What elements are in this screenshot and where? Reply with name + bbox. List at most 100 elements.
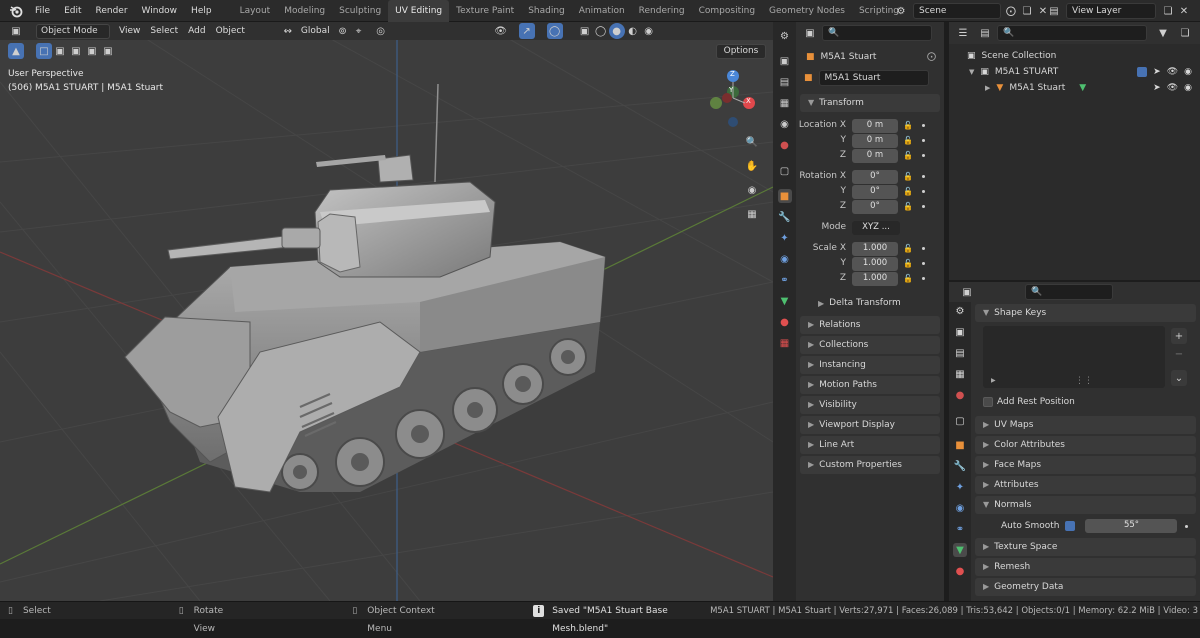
keyframe-dot[interactable] <box>922 154 925 157</box>
solid-shading-icon[interactable]: ● <box>608 23 625 39</box>
menu-edit[interactable]: Edit <box>57 0 88 22</box>
constraints-tab-icon[interactable]: ⚭ <box>953 522 967 536</box>
texture-tab-icon[interactable]: ▦ <box>778 336 792 350</box>
status-saved-message[interactable]: Saved "M5A1 Stuart Base Mesh.blend" <box>552 602 710 634</box>
hand-pan-icon[interactable]: ✋ <box>744 158 760 174</box>
keyframe-dot[interactable] <box>922 277 925 280</box>
editor-type-icon[interactable]: ▣ <box>8 23 24 39</box>
collection-row[interactable]: ▼ ▣ M5A1 STUART ➤ 👁 ◉ <box>949 64 1200 80</box>
location-z-field[interactable]: 0 m <box>852 148 898 163</box>
lock-icon[interactable]: 🔓 <box>902 256 914 271</box>
wireframe-shading-icon[interactable]: ◯ <box>593 23 609 39</box>
motion-paths-panel[interactable]: ▶ Motion Paths <box>800 376 940 394</box>
pin-properties-icon[interactable]: ⨀ <box>927 52 936 62</box>
geometry-data-panel[interactable]: ▶ Geometry Data <box>975 578 1196 596</box>
menu-object[interactable]: Object <box>211 22 250 40</box>
xray-icon[interactable]: ▣ <box>577 23 593 39</box>
collection-exclude-checkbox[interactable] <box>1137 67 1148 77</box>
attributes-panel[interactable]: ▶ Attributes <box>975 476 1196 494</box>
menu-render[interactable]: Render <box>89 0 135 22</box>
mesh-data-icon[interactable]: ▼ <box>1079 80 1086 96</box>
delta-transform-subpanel[interactable]: ▶ Delta Transform <box>796 294 944 312</box>
data-tab-icon[interactable]: ▼ <box>953 543 967 557</box>
object-tab-icon[interactable]: ■ <box>777 189 792 203</box>
lock-icon[interactable]: 🔓 <box>902 133 914 148</box>
custom-properties-panel[interactable]: ▶ Custom Properties <box>800 456 940 474</box>
select-extend-icon[interactable]: ▣ <box>52 43 68 59</box>
shape-keys-list[interactable]: ▶ ⋮⋮ <box>983 326 1165 388</box>
face-maps-panel[interactable]: ▶ Face Maps <box>975 456 1196 474</box>
world-tab-icon[interactable]: ● <box>778 138 792 152</box>
instancing-panel[interactable]: ▶ Instancing <box>800 356 940 374</box>
menu-add[interactable]: Add <box>183 22 210 40</box>
remove-shape-key-button[interactable]: − <box>1171 346 1187 362</box>
material-tab-icon[interactable]: ● <box>953 564 967 578</box>
tab-rendering[interactable]: Rendering <box>632 0 692 22</box>
gizmo-toggle-icon[interactable]: ↗ <box>518 23 535 39</box>
outliner-editor-icon[interactable]: ☰ <box>955 25 971 41</box>
rotation-mode-dropdown[interactable]: XYZ ... <box>852 220 900 235</box>
scale-y-field[interactable]: 1.000 <box>852 256 898 271</box>
display-mode-icon[interactable]: ▤ <box>977 25 993 41</box>
render-tab-icon[interactable]: ▣ <box>778 54 792 68</box>
menu-view[interactable]: View <box>114 22 145 40</box>
overlay-toggle-icon[interactable]: ◯ <box>546 23 563 39</box>
world-tab-icon[interactable]: ● <box>953 388 967 402</box>
keyframe-dot[interactable] <box>922 205 925 208</box>
rendered-shading-icon[interactable]: ◉ <box>641 23 657 39</box>
tab-layout[interactable]: Layout <box>233 0 278 22</box>
lock-icon[interactable]: 🔓 <box>902 271 914 286</box>
select-tool-icon[interactable]: ▲ <box>8 43 24 59</box>
collection-tab-icon[interactable]: ▢ <box>778 164 792 178</box>
properties-search[interactable]: 🔍 <box>822 25 932 41</box>
tab-uv-editing[interactable]: UV Editing <box>388 0 450 22</box>
auto-smooth-angle-field[interactable]: 55° <box>1085 519 1178 533</box>
tab-modeling[interactable]: Modeling <box>277 0 332 22</box>
data-tab-icon[interactable]: ▼ <box>778 294 792 308</box>
keyframe-dot[interactable] <box>922 247 925 250</box>
modifier-tab-icon[interactable]: 🔧 <box>953 459 967 473</box>
lock-icon[interactable]: 🔓 <box>902 148 914 163</box>
physics-tab-icon[interactable]: ◉ <box>778 252 792 266</box>
pivot-icon[interactable]: ⊚ <box>335 23 351 39</box>
blender-logo-icon[interactable] <box>8 3 24 19</box>
transform-panel-header[interactable]: ▼ Transform <box>800 94 940 112</box>
view-layer-tab-icon[interactable]: ▦ <box>953 367 967 381</box>
proportional-edit-icon[interactable]: ◎ <box>373 23 389 39</box>
collection-tab-icon[interactable]: ▢ <box>953 414 967 428</box>
collections-panel[interactable]: ▶ Collections <box>800 336 940 354</box>
select-box-icon[interactable]: □ <box>36 43 52 59</box>
keyframe-dot[interactable] <box>922 175 925 178</box>
menu-window[interactable]: Window <box>135 0 185 22</box>
rotation-y-field[interactable]: 0° <box>852 184 898 199</box>
keyframe-dot[interactable] <box>922 262 925 265</box>
camera-icon[interactable]: ◉ <box>744 182 760 198</box>
visibility-panel[interactable]: ▶ Visibility <box>800 396 940 414</box>
object-tab-icon[interactable]: ■ <box>953 438 967 452</box>
rotation-z-field[interactable]: 0° <box>852 199 898 214</box>
material-shading-icon[interactable]: ◐ <box>625 23 641 39</box>
tab-shading[interactable]: Shading <box>521 0 572 22</box>
render-camera-icon[interactable]: ◉ <box>1184 80 1192 96</box>
texture-space-panel[interactable]: ▶ Texture Space <box>975 538 1196 556</box>
info-icon[interactable]: i <box>533 604 545 617</box>
constraints-tab-icon[interactable]: ⚭ <box>778 273 792 287</box>
menu-select[interactable]: Select <box>145 22 183 40</box>
shape-keys-panel-header[interactable]: ▼ Shape Keys <box>975 304 1196 322</box>
select-arrow-icon[interactable]: ➤ <box>1153 80 1161 96</box>
particles-tab-icon[interactable]: ✦ <box>953 480 967 494</box>
menu-file[interactable]: File <box>28 0 57 22</box>
pin-icon[interactable]: ⨀ <box>1003 3 1019 19</box>
select-arrow-icon[interactable]: ➤ <box>1153 64 1161 80</box>
view-layer-selector[interactable]: View Layer <box>1066 3 1156 19</box>
lock-icon[interactable]: 🔓 <box>902 241 914 256</box>
lock-icon[interactable]: 🔓 <box>902 169 914 184</box>
scale-x-field[interactable]: 1.000 <box>852 241 898 256</box>
3d-viewport[interactable]: Z X Y ▣ Object Mode View Select Add Obje… <box>0 22 773 601</box>
keyframe-dot[interactable] <box>1185 524 1189 528</box>
properties-editor-icon[interactable]: ▣ <box>802 25 818 41</box>
tool-tab-icon[interactable]: ⚙ <box>953 304 967 318</box>
keyframe-dot[interactable] <box>922 190 925 193</box>
keyframe-dot[interactable] <box>922 139 925 142</box>
tab-geometry-nodes[interactable]: Geometry Nodes <box>762 0 852 22</box>
